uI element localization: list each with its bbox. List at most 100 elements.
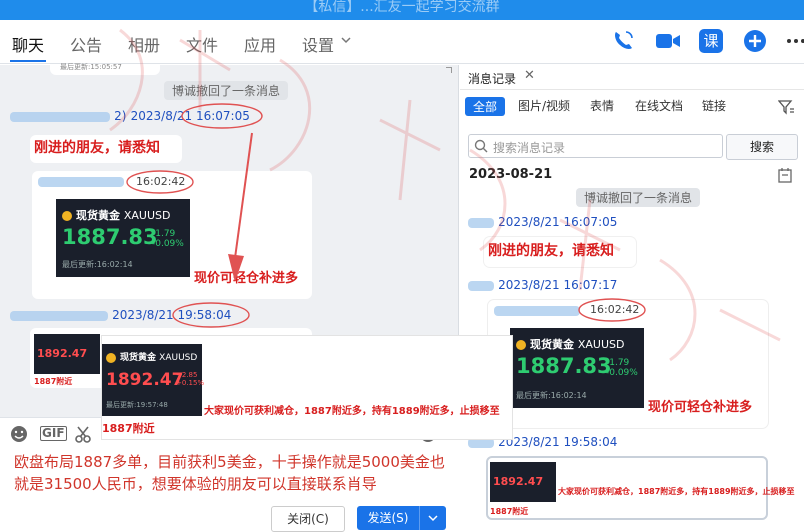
gold-change: -1.79 bbox=[606, 358, 630, 368]
sender-name-blurred bbox=[468, 280, 494, 291]
scroll-corner bbox=[446, 67, 452, 73]
compose-input[interactable]: 欧盘布局1887多单，目前获利5美金，十手操作就是5000美金也就是31500人… bbox=[14, 451, 454, 495]
search-icon bbox=[474, 139, 488, 153]
gold-price-card: 现货黄金 XAUUSD 1887.83 -1.79 -0.09% 最后更新:16:… bbox=[56, 199, 190, 277]
sender-name-blurred bbox=[10, 310, 108, 321]
history-recall-notice: 博诚撤回了一条消息 bbox=[576, 188, 701, 207]
history-msg-2-time: 2023/8/21 16:07:17 bbox=[498, 278, 618, 292]
gold-change-pct: -0.09% bbox=[606, 368, 638, 378]
message-3-time: 2023/8/21 19:58:04 bbox=[112, 308, 232, 322]
gold-symbol: XAUUSD bbox=[159, 353, 198, 363]
filter-online-docs[interactable]: 在线文档 bbox=[635, 97, 683, 114]
overlay-caption: 大家现价可获利减仓，1887附近多，持有1889附近多，止损移至 bbox=[204, 406, 500, 417]
overlay-card-label: 1887附近 bbox=[102, 422, 155, 435]
history-date: 2023-08-21 bbox=[469, 167, 553, 182]
gold-updated: 最后更新:16:02:14 bbox=[62, 260, 133, 269]
search-placeholder: 搜索消息记录 bbox=[493, 141, 566, 155]
history-msg-2-caption: 现价可轻仓补进多 bbox=[648, 400, 753, 415]
history-gold-price-card: 现货黄金 XAUUSD 1887.83 -1.79 -0.09% 最后更新:16:… bbox=[510, 328, 644, 408]
gold-updated: 最后更新:16:02:14 bbox=[516, 391, 587, 400]
voice-call-icon[interactable] bbox=[611, 29, 635, 53]
previous-message-snippet: 最后更新:15:05:57 bbox=[60, 63, 122, 71]
filter-emoji[interactable]: 表情 bbox=[590, 97, 614, 114]
history-msg-3-time: 2023/8/21 19:58:04 bbox=[498, 435, 618, 449]
history-msg-3-caption: 大家现价可获利减仓，1887附近多，持有1889附近多，止损移至 bbox=[558, 487, 795, 496]
gold-coin-icon bbox=[106, 352, 116, 363]
gold-name: 现货黄金 bbox=[76, 209, 120, 222]
divider bbox=[460, 89, 804, 90]
tab-files[interactable]: 文件 bbox=[186, 32, 218, 56]
history-msg-1-text: 刚进的朋友，请悉知 bbox=[488, 243, 614, 259]
tab-album[interactable]: 相册 bbox=[128, 32, 160, 56]
small-card-label: 1887附近 bbox=[34, 377, 73, 386]
send-options-chevron-down-icon[interactable] bbox=[419, 506, 446, 530]
filter-links[interactable]: 链接 bbox=[702, 97, 726, 114]
sender-name-blurred bbox=[10, 111, 110, 122]
search-button[interactable]: 搜索 bbox=[726, 134, 798, 160]
small-gold-card: 1892.47 bbox=[34, 334, 100, 374]
history-msg-2-bubble[interactable]: 16:02:42 现货黄金 XAUUSD 1887.83 -1.79 -0.09%… bbox=[488, 300, 768, 428]
history-msg-3-label: 1887附近 bbox=[490, 507, 529, 516]
send-button[interactable]: 发送(S) bbox=[357, 506, 419, 530]
image-preview-overlay[interactable]: 现货黄金 XAUUSD 1892.47 +2.85 +0.15% 最后更新:19:… bbox=[101, 335, 513, 440]
close-history-icon[interactable]: ✕ bbox=[524, 68, 535, 83]
gold-change: +2.85 bbox=[176, 371, 198, 379]
history-small-gold-card: 1892.47 bbox=[490, 462, 556, 502]
history-msg-2-inner-time: 16:02:42 bbox=[590, 303, 640, 316]
filter-all[interactable]: 全部 bbox=[465, 97, 506, 116]
calendar-icon[interactable] bbox=[778, 167, 792, 183]
tab-settings[interactable]: 设置 bbox=[302, 32, 334, 56]
history-search-input[interactable]: 搜索消息记录 bbox=[468, 134, 723, 158]
more-icon[interactable] bbox=[786, 29, 804, 53]
message-1-time: 2023/8/21 16:07:05 bbox=[130, 109, 250, 123]
gold-price: 1892.47 bbox=[106, 370, 184, 390]
close-button[interactable]: 关闭(C) bbox=[271, 506, 345, 532]
small-gold-price: 1892.47 bbox=[37, 347, 88, 360]
history-msg-1-header: 2023/8/21 16:07:05 bbox=[468, 215, 617, 230]
message-2-inner-time: 16:02:42 bbox=[136, 175, 186, 188]
add-icon[interactable] bbox=[743, 29, 767, 53]
small-gold-price: 1892.47 bbox=[493, 475, 544, 488]
history-msg-1-bubble[interactable]: 刚进的朋友，请悉知 bbox=[484, 237, 636, 267]
message-history-panel: 消息记录 ✕ 全部 图片/视频 表情 在线文档 链接 搜索消息记录 搜索 202… bbox=[460, 65, 804, 530]
emoji-icon[interactable] bbox=[10, 425, 28, 443]
gold-price: 1887.83 bbox=[62, 225, 158, 249]
sender-name-tail: 2) bbox=[114, 109, 127, 123]
history-msg-3-bubble[interactable]: 1892.47 大家现价可获利减仓，1887附近多，持有1889附近多，止损移至… bbox=[486, 456, 795, 520]
tab-apps[interactable]: 应用 bbox=[244, 32, 276, 56]
message-3-header: 2023/8/21 19:58:04 bbox=[10, 308, 231, 323]
overlay-gold-card: 现货黄金 XAUUSD 1892.47 +2.85 +0.15% 最后更新:19:… bbox=[102, 344, 205, 416]
previous-message-bubble: 最后更新:15:05:57 bbox=[50, 63, 160, 75]
message-2-bubble[interactable]: 16:02:42 现货黄金 XAUUSD 1887.83 -1.79 -0.09%… bbox=[32, 171, 312, 299]
message-1-bubble[interactable]: 刚进的朋友，请悉知 bbox=[30, 135, 182, 163]
message-2-caption: 现价可轻仓补进多 bbox=[194, 271, 299, 286]
gold-name: 现货黄金 bbox=[120, 353, 157, 363]
tab-announcements[interactable]: 公告 bbox=[70, 32, 102, 56]
history-msg-2-header: 2023/8/21 16:07:17 bbox=[468, 278, 617, 293]
gold-updated: 最后更新:19:57:48 bbox=[106, 401, 168, 409]
filter-images-videos[interactable]: 图片/视频 bbox=[518, 97, 570, 114]
gold-coin-icon bbox=[62, 211, 72, 221]
message-1-header: 2) 2023/8/21 16:07:05 bbox=[10, 109, 250, 124]
history-title: 消息记录 bbox=[468, 72, 517, 86]
settings-chevron-down-icon[interactable] bbox=[340, 34, 352, 46]
screenshot-scissors-icon[interactable] bbox=[74, 425, 92, 443]
video-call-icon[interactable] bbox=[655, 29, 680, 53]
gold-coin-icon bbox=[516, 340, 526, 350]
window-title-bar: 【私信】...汇友一起学习交流群 bbox=[0, 0, 804, 20]
course-icon[interactable]: 课 bbox=[699, 29, 723, 53]
active-tab-indicator bbox=[10, 60, 46, 62]
gold-change-pct: +0.15% bbox=[176, 379, 205, 387]
sender-name-blurred bbox=[468, 217, 494, 228]
tab-chat[interactable]: 聊天 bbox=[12, 32, 44, 56]
gold-price: 1887.83 bbox=[516, 354, 612, 378]
history-msg-1-time: 2023/8/21 16:07:05 bbox=[498, 215, 618, 229]
gold-symbol: XAUUSD bbox=[577, 338, 625, 351]
gif-icon[interactable]: GIF bbox=[40, 426, 67, 441]
message-1-text: 刚进的朋友，请悉知 bbox=[34, 140, 160, 156]
filter-icon[interactable] bbox=[778, 99, 794, 115]
sender-name-blurred bbox=[38, 177, 124, 187]
gold-change: -1.79 bbox=[152, 229, 176, 239]
gold-name: 现货黄金 bbox=[530, 338, 574, 351]
top-navigation: 聊天 公告 相册 文件 应用 设置 课 bbox=[0, 20, 804, 64]
